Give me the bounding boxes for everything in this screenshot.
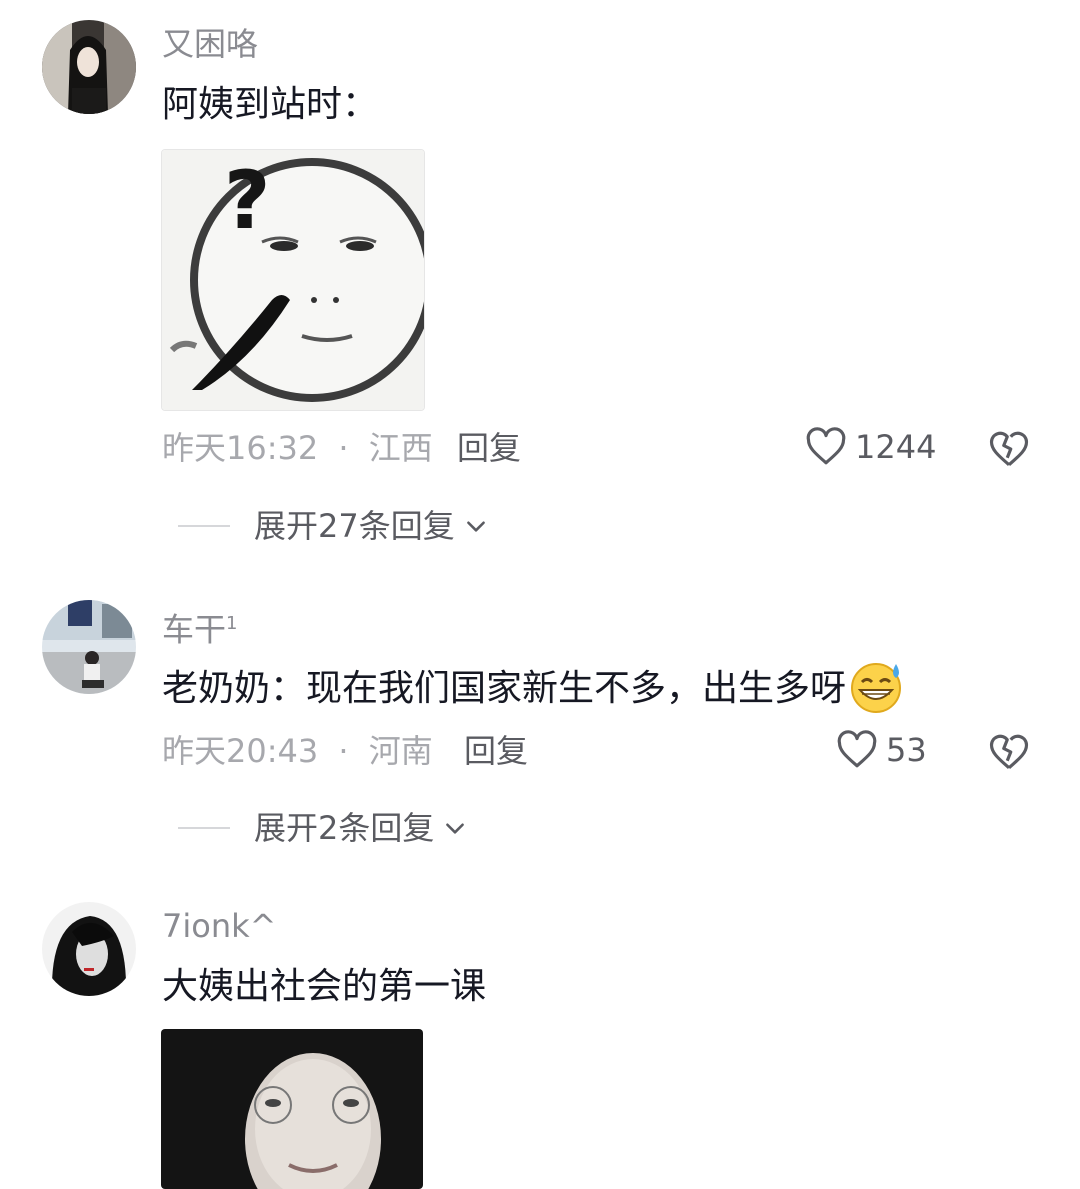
username[interactable]: 7ionk^	[162, 906, 276, 946]
chevron-down-icon	[446, 823, 465, 834]
reply-button[interactable]: 回复	[457, 428, 521, 468]
comment-location: 江西	[368, 429, 433, 467]
comment-text: 大姨出社会的第一课	[162, 966, 487, 1007]
dislike-button[interactable]	[988, 731, 1030, 773]
expand-divider	[178, 525, 230, 527]
heart-icon	[837, 730, 877, 768]
user-avatar[interactable]	[42, 902, 136, 996]
broken-heart-icon	[989, 734, 1029, 769]
user-avatar[interactable]	[42, 20, 136, 114]
comment-text: 老奶奶：现在我们国家新生不多，出生多呀	[162, 662, 904, 718]
comment-image[interactable]	[161, 1029, 423, 1189]
user-avatar[interactable]	[42, 600, 136, 694]
like-count: 53	[886, 731, 927, 769]
expand-replies[interactable]: 展开2条回复	[178, 808, 468, 848]
confused-face-sticker-icon: ?	[162, 150, 424, 410]
face-looking-up-photo-icon	[161, 1029, 423, 1189]
meta-separator: ·	[338, 732, 349, 770]
chevron-down-icon	[466, 521, 485, 532]
svg-text:?: ?	[224, 154, 270, 247]
broken-heart-icon	[989, 431, 1029, 466]
username-text: 车干	[162, 610, 227, 649]
expand-replies-label: 展开2条回复	[254, 809, 435, 847]
comment-text: 阿姨到站时：	[162, 84, 379, 125]
expand-replies[interactable]: 展开27条回复	[178, 506, 489, 546]
like-button[interactable]: 1244	[805, 426, 936, 468]
like-button[interactable]: 53	[836, 729, 927, 771]
username[interactable]: 车干1	[162, 604, 237, 650]
like-count: 1244	[855, 428, 937, 466]
reply-button[interactable]: 回复	[464, 731, 528, 771]
comment-location: 河南	[368, 732, 433, 770]
dislike-button[interactable]	[988, 428, 1030, 470]
comment-meta: 昨天16:32 · 江西	[162, 428, 433, 468]
comment-image[interactable]: ?	[161, 149, 425, 411]
comment-time: 昨天16:32	[162, 429, 319, 467]
expand-divider	[178, 827, 230, 829]
comment-time: 昨天20:43	[162, 732, 319, 770]
username-superscript: 1	[226, 613, 238, 634]
comment-meta: 昨天20:43 · 河南	[162, 731, 433, 771]
grinning-sweat-emoji-icon	[851, 663, 902, 713]
comment-text-content: 老奶奶：现在我们国家新生不多，出生多呀	[162, 668, 847, 709]
meta-separator: ·	[338, 429, 349, 467]
heart-icon	[806, 427, 846, 465]
expand-replies-label: 展开27条回复	[254, 507, 455, 545]
username[interactable]: 又困咯	[162, 24, 258, 64]
